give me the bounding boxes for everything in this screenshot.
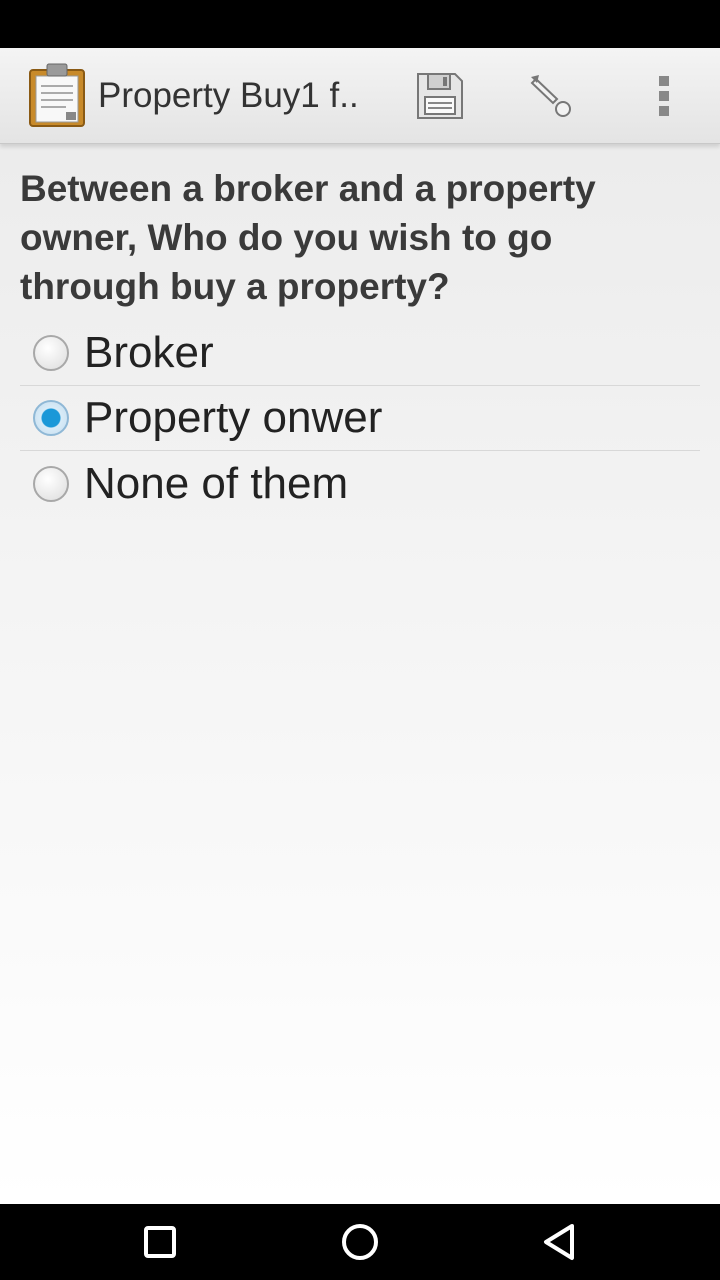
home-icon[interactable] [336,1218,384,1266]
radio-group: Broker Property onwer None of them [20,321,700,516]
navigation-bar [0,1204,720,1280]
form-content: Between a broker and a property owner, W… [0,144,720,1204]
question-text: Between a broker and a property owner, W… [20,168,596,307]
option-broker[interactable]: Broker [20,321,700,386]
option-none[interactable]: None of them [20,451,700,516]
action-bar: Property Buy1 f.. [0,48,720,144]
save-icon[interactable] [410,66,470,126]
app-title: Property Buy1 f.. [98,76,359,115]
go-to-icon[interactable] [522,66,582,126]
option-label: None of them [84,458,349,508]
radio-button-icon[interactable] [33,465,69,502]
option-label: Broker [84,328,214,377]
clipboard-icon[interactable] [28,62,86,128]
radio-button-icon[interactable] [33,335,69,371]
overflow-menu-icon[interactable] [634,66,694,126]
back-icon[interactable] [536,1218,584,1266]
status-bar [0,0,720,48]
option-property-owner[interactable]: Property onwer [20,386,700,451]
radio-button-checked-icon[interactable] [33,400,69,436]
option-label: Property onwer [84,393,383,442]
recents-icon[interactable] [136,1218,184,1266]
